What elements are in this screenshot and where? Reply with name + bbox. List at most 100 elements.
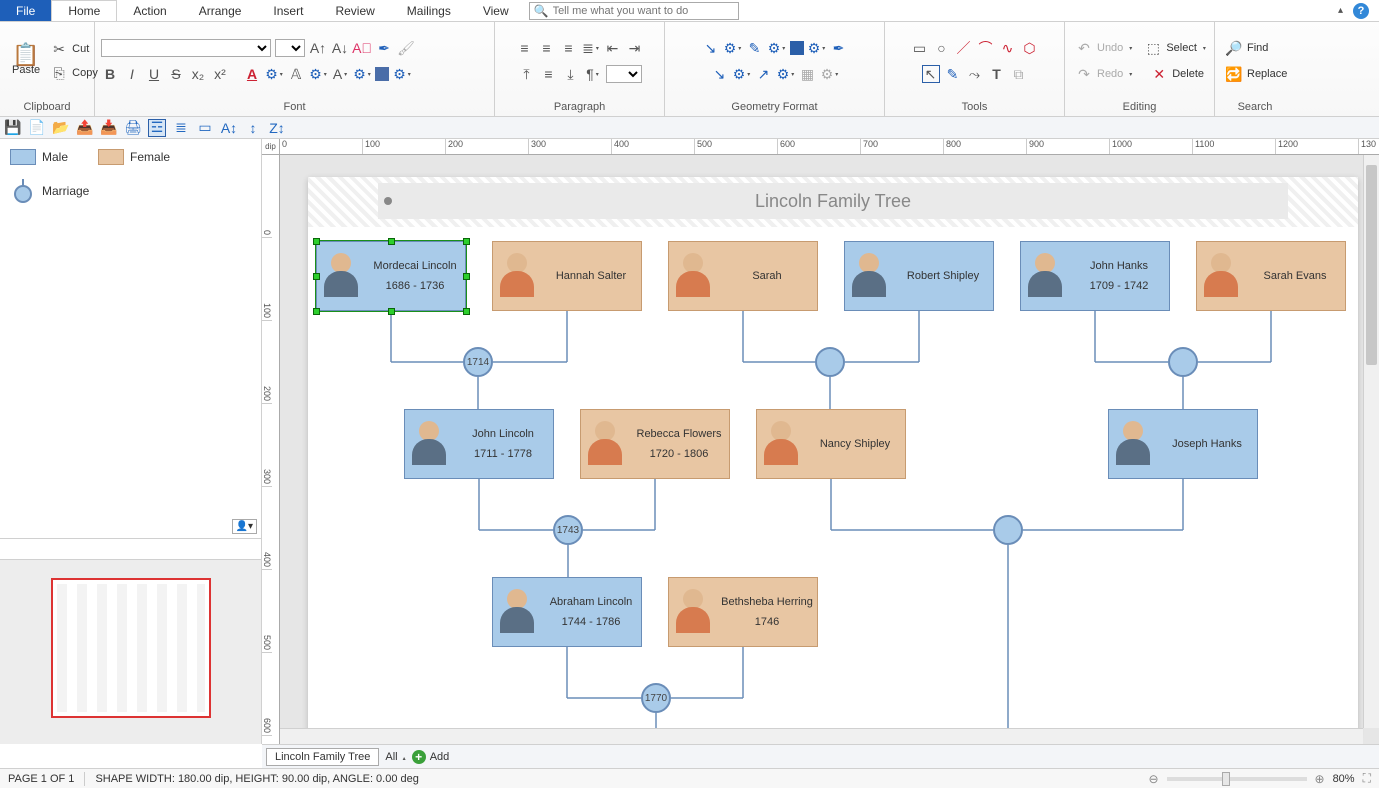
pencil-tool-icon[interactable]: ✎	[944, 65, 962, 83]
grow-font-icon[interactable]: A↑	[309, 39, 327, 57]
person-sarahe[interactable]: Sarah Evans	[1196, 241, 1346, 311]
indent-dec-icon[interactable]: ⇤	[604, 39, 622, 57]
find-button[interactable]: 🔎Find	[1221, 38, 1272, 58]
menu-action[interactable]: Action	[117, 0, 182, 21]
person-mordecai[interactable]: Mordecai Lincoln1686 - 1736	[316, 241, 466, 311]
menu-arrange[interactable]: Arrange	[183, 0, 258, 21]
line-gear-icon[interactable]: ⚙▾	[724, 39, 742, 57]
collapse-ribbon-icon[interactable]: ▴	[1338, 5, 1343, 16]
marriage-m2[interactable]	[815, 347, 845, 377]
export-icon[interactable]: 📤	[76, 119, 94, 137]
save-icon[interactable]: 💾	[4, 119, 22, 137]
bold-icon[interactable]: B	[101, 65, 119, 83]
format-painter-icon[interactable]: 🖌	[397, 39, 415, 57]
text-outline-gear-icon[interactable]: ⚙▾	[309, 65, 327, 83]
ellipse-tool-icon[interactable]: ○	[933, 39, 951, 57]
person-joseph[interactable]: Joseph Hanks	[1108, 409, 1258, 479]
zoom-knob[interactable]	[1222, 772, 1230, 786]
search-box[interactable]: 🔍	[529, 2, 739, 20]
marriage-m6[interactable]: 1770	[641, 683, 671, 713]
arrow-start-gear-icon[interactable]: ⚙▾	[733, 65, 751, 83]
replace-button[interactable]: 🔁Replace	[1221, 64, 1291, 84]
underline-icon[interactable]: U	[145, 65, 163, 83]
scrollbar-vertical[interactable]	[1363, 155, 1379, 728]
scrollbar-horizontal[interactable]	[280, 728, 1363, 744]
diagram-page[interactable]: Lincoln Family Tree Mordecai Lincoln1686…	[308, 177, 1358, 737]
add-page-button[interactable]: + Add	[412, 750, 450, 764]
arc-tool-icon[interactable]: ⌒	[977, 39, 995, 57]
text-outline-icon[interactable]: 𝔸	[287, 65, 305, 83]
line-spacing-combo[interactable]	[606, 65, 642, 83]
page-thumbnail[interactable]	[51, 578, 211, 718]
person-hannah[interactable]: Hannah Salter	[492, 241, 642, 311]
new-icon[interactable]: 📄	[28, 119, 46, 137]
select-button[interactable]: ⬚Select▾	[1140, 38, 1210, 58]
valign-bot-icon[interactable]: ⤓	[562, 65, 580, 83]
delete-button[interactable]: ✕Delete	[1146, 64, 1208, 84]
diagram-title[interactable]: Lincoln Family Tree	[378, 183, 1288, 219]
fill-eyedrop-icon[interactable]: ✒	[830, 39, 848, 57]
help-icon[interactable]: ?	[1353, 3, 1369, 19]
person-robert[interactable]: Robert Shipley	[844, 241, 994, 311]
shrink-font-icon[interactable]: A↓	[331, 39, 349, 57]
align-left-icon[interactable]: ≡	[516, 39, 534, 57]
arrow-start-icon[interactable]: ↘	[711, 65, 729, 83]
arrow-end-icon[interactable]: ↗	[755, 65, 773, 83]
strike-icon[interactable]: S	[167, 65, 185, 83]
valign-mid-icon[interactable]: ≡	[540, 65, 558, 83]
copy-button[interactable]: ⎘Copy	[46, 63, 102, 83]
marriage-m5[interactable]	[993, 515, 1023, 545]
menu-review[interactable]: Review	[319, 0, 390, 21]
shadow-icon[interactable]: ▦	[799, 65, 817, 83]
sort-size-icon[interactable]: ↕	[244, 119, 262, 137]
menu-insert[interactable]: Insert	[257, 0, 319, 21]
eyedropper-icon[interactable]: ✒	[375, 39, 393, 57]
font-family-combo[interactable]	[101, 39, 271, 57]
person-johnl[interactable]: John Lincoln1711 - 1778	[404, 409, 554, 479]
legend-marriage[interactable]: Marriage	[10, 179, 251, 203]
redo-button[interactable]: ↷Redo▾	[1071, 64, 1136, 84]
rect-tool-icon[interactable]: ▭	[911, 39, 929, 57]
bezier-tool-icon[interactable]: ∿	[999, 39, 1017, 57]
frame-icon[interactable]: ▭	[196, 119, 214, 137]
text-effects-gear-icon[interactable]: ⚙▾	[353, 65, 371, 83]
clear-format-icon[interactable]: A⃠	[353, 39, 371, 57]
fill-gear-icon[interactable]: ⚙▾	[808, 39, 826, 57]
poly-tool-icon[interactable]: ⬡	[1021, 39, 1039, 57]
person-abraham[interactable]: Abraham Lincoln1744 - 1786	[492, 577, 642, 647]
open-icon[interactable]: 📂	[52, 119, 70, 137]
arrow-end-gear-icon[interactable]: ⚙▾	[777, 65, 795, 83]
zoom-slider[interactable]	[1167, 777, 1307, 781]
thumb-toggle-icon[interactable]: 👤▾	[232, 519, 257, 534]
menu-view[interactable]: View	[467, 0, 525, 21]
page-tab-all[interactable]: All ▴	[385, 751, 405, 763]
bullets-icon[interactable]: ≣▾	[582, 39, 600, 57]
menu-file[interactable]: File	[0, 0, 51, 21]
indent-inc-icon[interactable]: ⇥	[626, 39, 644, 57]
marriage-m1[interactable]: 1714	[463, 347, 493, 377]
marriage-m3[interactable]	[1168, 347, 1198, 377]
person-sarah[interactable]: Sarah	[668, 241, 818, 311]
person-johnh[interactable]: John Hanks1709 - 1742	[1020, 241, 1170, 311]
subscript-icon[interactable]: x₂	[189, 65, 207, 83]
pointer-tool-icon[interactable]: ↖	[922, 65, 940, 83]
text-tool-icon[interactable]: T	[988, 65, 1006, 83]
fit-icon[interactable]: ⛶	[1363, 771, 1371, 786]
menu-home[interactable]: Home	[51, 0, 117, 21]
marriage-m4[interactable]: 1743	[553, 515, 583, 545]
page-tab-current[interactable]: Lincoln Family Tree	[266, 748, 379, 766]
line-color-gear-icon[interactable]: ⚙▾	[768, 39, 786, 57]
highlight-icon[interactable]	[375, 67, 389, 81]
superscript-icon[interactable]: x²	[211, 65, 229, 83]
search-input[interactable]	[553, 5, 734, 17]
font-color-gear-icon[interactable]: ⚙▾	[265, 65, 283, 83]
align-right-icon[interactable]: ≡	[560, 39, 578, 57]
menu-mailings[interactable]: Mailings	[391, 0, 467, 21]
undo-button[interactable]: ↶Undo▾	[1071, 38, 1136, 58]
print-icon[interactable]: 🖨	[124, 119, 142, 137]
line-color-icon[interactable]: ✎	[746, 39, 764, 57]
cut-button[interactable]: ✂Cut	[46, 39, 102, 59]
line-tool-icon[interactable]: ／	[955, 39, 973, 57]
legend-male[interactable]: Male	[10, 149, 68, 165]
zoom-out-icon[interactable]: ⊖	[1148, 772, 1158, 786]
